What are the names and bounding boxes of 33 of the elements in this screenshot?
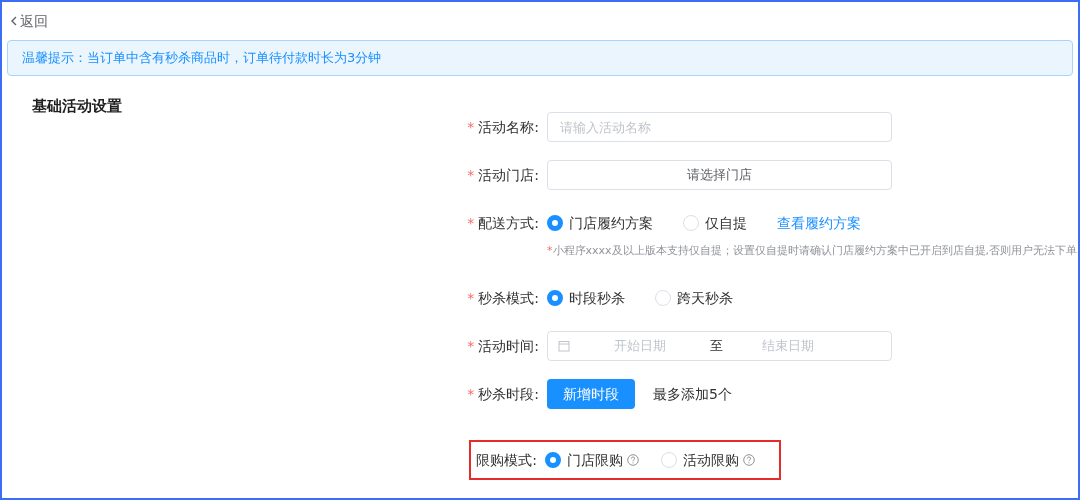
field-label: 配送方式: (478, 213, 539, 233)
required-mark: * (467, 288, 475, 308)
radio-option[interactable]: 门店限购 (545, 449, 623, 471)
radio-option[interactable]: 跨天秒杀 (655, 287, 733, 309)
field-label: 秒杀时段: (478, 384, 539, 404)
field-label: 活动时间: (478, 336, 539, 356)
radio-option[interactable]: 时段秒杀 (547, 287, 625, 309)
required-mark: * (467, 336, 475, 356)
end-date-placeholder: 结束日期 (761, 337, 815, 356)
field-label: 限购模式: (476, 450, 537, 470)
back-link[interactable]: 返回 (10, 10, 48, 32)
required-mark: * (467, 117, 475, 137)
calendar-icon (558, 340, 570, 352)
field-label: 活动名称: (478, 117, 539, 137)
hint-body: 小程序xxxx及以上版本支持仅自提；设置仅自提时请确认门店履约方案中已开启到店自提,否则用户无法下单 (552, 244, 1078, 257)
limit-note: 最多添加5个 (653, 384, 732, 404)
required-mark: * (467, 213, 475, 233)
activity-name-field[interactable]: 请输入活动名称 (547, 112, 892, 142)
field-label: 秒杀模式: (478, 288, 539, 308)
start-date-placeholder: 开始日期 (613, 337, 667, 356)
radio-option[interactable]: 门店履约方案 (547, 212, 653, 234)
notice-banner: 温馨提示：当订单中含有秒杀商品时，订单待付款时长为3分钟 (7, 40, 1073, 76)
store-select[interactable]: 请选择门店 (547, 160, 892, 190)
range-separator: 至 (710, 337, 723, 356)
date-range-field[interactable]: 开始日期 至 结束日期 (547, 331, 892, 361)
required-mark: * (467, 165, 475, 185)
required-mark: * (467, 384, 475, 404)
required-mark: * (547, 244, 553, 257)
radio-option[interactable]: 活动限购 (661, 449, 739, 471)
radio-option[interactable]: 仅自提 (683, 212, 747, 234)
section-title: 基础活动设置 (32, 96, 123, 117)
chevron-left-icon (10, 16, 18, 26)
field-label: 活动门店: (478, 165, 539, 185)
